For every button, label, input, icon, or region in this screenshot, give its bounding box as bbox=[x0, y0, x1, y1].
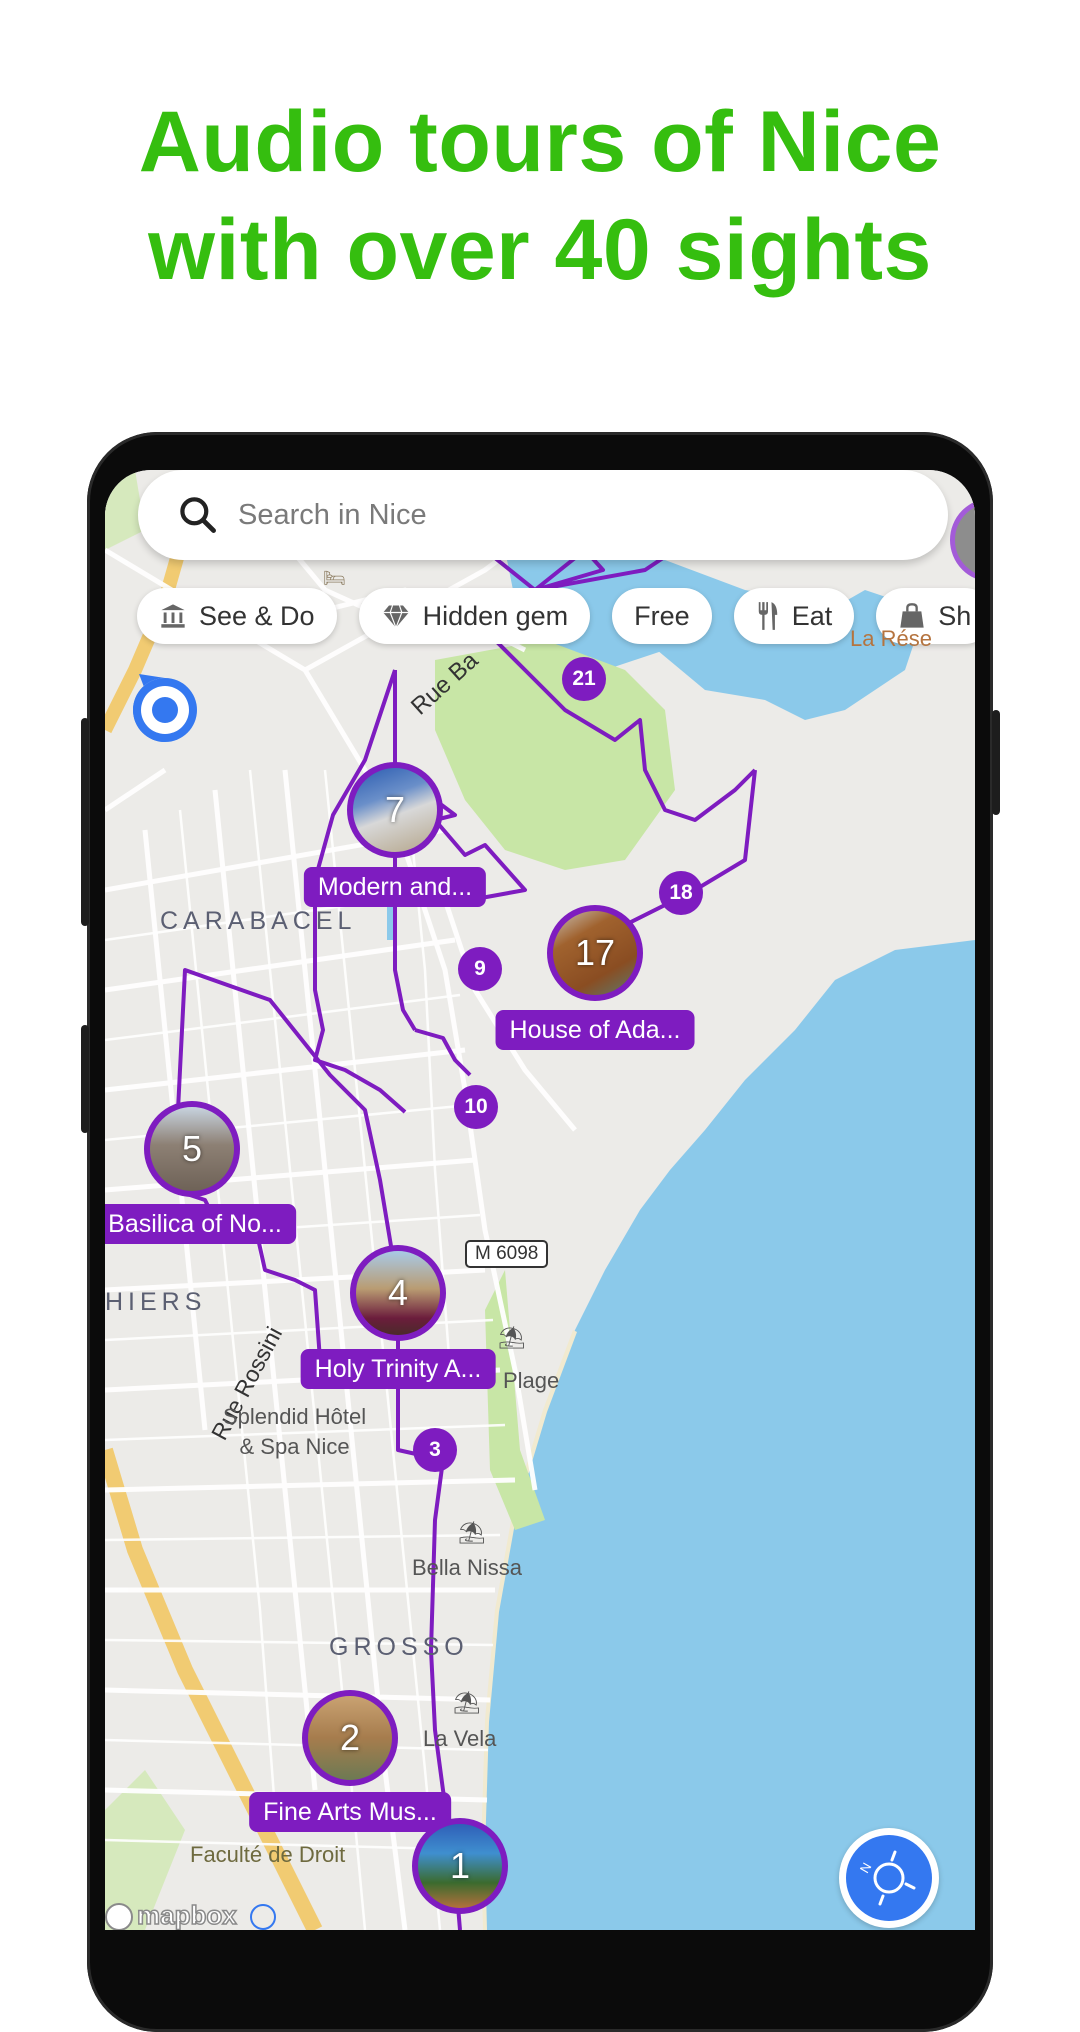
hotel-line-2: & Spa Nice bbox=[239, 1434, 350, 1459]
route-marker-10[interactable]: 10 bbox=[454, 1085, 498, 1129]
chip-free[interactable]: Free bbox=[612, 588, 712, 644]
sight-number: 4 bbox=[387, 1272, 409, 1313]
search-bar[interactable]: Search in Nice bbox=[138, 470, 948, 560]
beach-umbrella-icon: ⛱ bbox=[498, 1325, 526, 1350]
hotel-line-1: Splendid Hôtel bbox=[223, 1404, 367, 1429]
headline-line-1: Audio tours of Nice bbox=[138, 94, 942, 190]
beach-umbrella-icon: ⛱ bbox=[453, 1690, 481, 1715]
chip-label: Sh bbox=[938, 600, 972, 631]
chip-hidden-gem[interactable]: Hidden gem bbox=[358, 588, 591, 644]
museum-icon bbox=[161, 604, 185, 628]
map-canvas[interactable] bbox=[105, 470, 975, 1930]
route-marker-21[interactable]: 21 bbox=[562, 657, 606, 701]
headline-line-2: with over 40 sights bbox=[148, 202, 932, 298]
search-placeholder: Search in Nice bbox=[238, 498, 427, 531]
map-label-faculte: Faculté de Droit bbox=[190, 1842, 346, 1867]
map-label-plage: Plage bbox=[503, 1368, 560, 1393]
map-label-la-vela: La Vela bbox=[423, 1726, 497, 1751]
sight-number: 7 bbox=[384, 789, 406, 830]
chip-label: Hidden gem bbox=[422, 600, 569, 631]
sight-label-2[interactable]: Fine Arts Mus... bbox=[249, 1792, 451, 1832]
chip-label: Eat bbox=[791, 600, 833, 631]
map-label-thiers: HIERS bbox=[105, 1288, 207, 1316]
phone-side-button-right bbox=[992, 710, 1000, 815]
sight-marker-7[interactable]: 7 bbox=[347, 762, 443, 858]
phone-side-button-left-1 bbox=[81, 718, 89, 926]
sight-marker-4[interactable]: 4 bbox=[350, 1245, 446, 1341]
sight-marker-5[interactable]: 5 bbox=[144, 1101, 240, 1197]
route-marker-9[interactable]: 9 bbox=[458, 947, 502, 991]
sight-label-17[interactable]: House of Ada... bbox=[495, 1010, 695, 1050]
compass-icon: N bbox=[857, 1850, 916, 1906]
sight-number: 2 bbox=[339, 1717, 361, 1758]
chip-see-and-do[interactable]: See & Do bbox=[137, 588, 337, 644]
chip-label: See & Do bbox=[199, 600, 315, 631]
sight-label-7[interactable]: Modern and... bbox=[303, 867, 487, 907]
sight-label-5[interactable]: Basilica of No... bbox=[105, 1204, 296, 1244]
map-label-la-reserve: La Rése bbox=[850, 626, 932, 651]
sight-marker-2[interactable]: 2 bbox=[302, 1690, 398, 1786]
mapbox-wordmark: mapbox bbox=[136, 1899, 237, 1930]
fork-knife-icon bbox=[758, 602, 777, 630]
chip-label: Free bbox=[634, 600, 690, 631]
sight-label-4[interactable]: Holy Trinity A... bbox=[300, 1349, 496, 1389]
sight-number: 17 bbox=[574, 932, 616, 973]
map-label-bella-nissa: Bella Nissa bbox=[412, 1555, 523, 1580]
sight-marker-17[interactable]: 17 bbox=[547, 905, 643, 1001]
sight-number: 1 bbox=[449, 1845, 471, 1886]
app-screen: Search in Nice See & Do Hidden gem Free … bbox=[105, 470, 975, 1930]
map-label-carabacel: CARABACEL bbox=[160, 907, 357, 935]
compass-button[interactable]: N bbox=[839, 1828, 939, 1928]
beach-umbrella-icon: ⛱ bbox=[458, 1520, 486, 1545]
diamond-icon bbox=[382, 605, 409, 630]
promo-headline: Audio tours of Nice with over 40 sights bbox=[0, 88, 1080, 304]
svg-text:N: N bbox=[857, 1860, 875, 1876]
road-tag-m6098: M 6098 bbox=[465, 1240, 549, 1268]
mapbox-logo-icon bbox=[105, 1903, 133, 1930]
phone-side-button-left-2 bbox=[81, 1025, 89, 1133]
mapbox-attribution[interactable]: mapbox bbox=[105, 1899, 276, 1930]
info-icon[interactable] bbox=[249, 1904, 276, 1930]
hotel-icon: 🛏 bbox=[323, 568, 346, 588]
search-icon bbox=[180, 497, 216, 533]
sight-marker-1[interactable]: 1 bbox=[412, 1818, 508, 1914]
route-marker-3[interactable]: 3 bbox=[413, 1428, 457, 1472]
sight-number: 5 bbox=[181, 1128, 203, 1169]
chip-eat[interactable]: Eat bbox=[733, 588, 855, 644]
route-marker-18[interactable]: 18 bbox=[659, 871, 703, 915]
map-label-grosso: GROSSO bbox=[329, 1633, 469, 1661]
current-location-icon[interactable] bbox=[129, 670, 201, 750]
map-label-hotel: Splendid Hôtel & Spa Nice bbox=[223, 1402, 366, 1462]
